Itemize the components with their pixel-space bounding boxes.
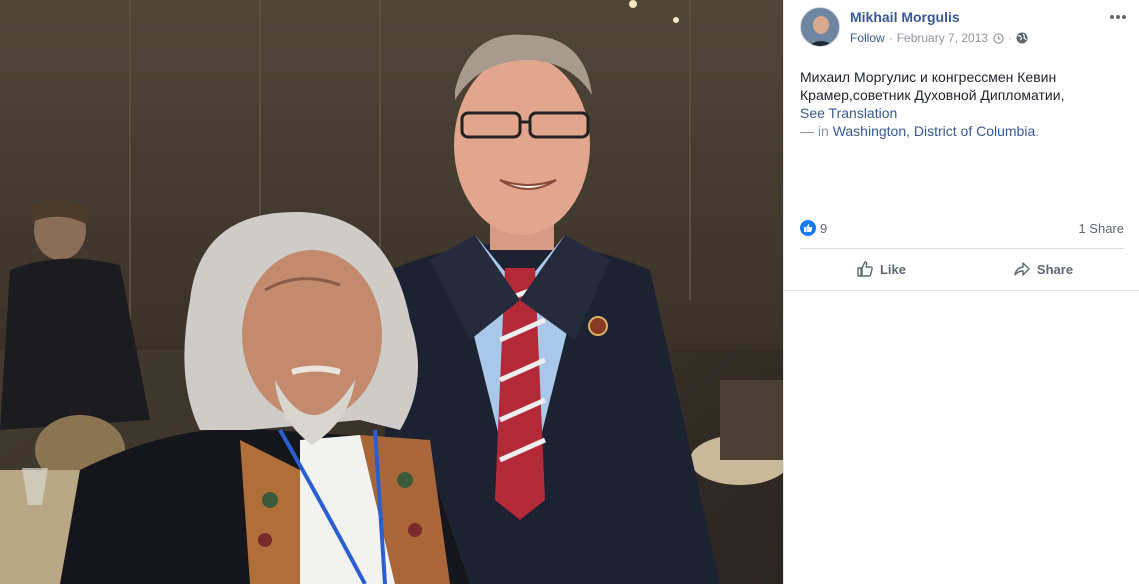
caption-line-1: Михаил Моргулис и конгрессмен Кевин [800, 69, 1057, 85]
reactions-row: 9 1 Share [800, 218, 1124, 238]
see-translation-link[interactable]: See Translation [800, 104, 1120, 122]
post-meta-line: Follow · February 7, 2013 · [850, 31, 1028, 45]
post-photo[interactable] [0, 0, 783, 584]
like-button-label: Like [879, 261, 906, 277]
globe-icon[interactable] [1016, 32, 1028, 44]
like-count: 9 [820, 220, 828, 236]
post-date-link[interactable]: February 7, 2013 [897, 31, 988, 45]
like-button[interactable]: Like [800, 252, 962, 286]
meta-separator: · [888, 31, 893, 45]
author-name-link[interactable]: Mikhail Morgulis [850, 9, 960, 25]
meta-separator-2: · [1008, 31, 1013, 45]
post-side-panel: Mikhail Morgulis Follow · February 7, 20… [783, 0, 1139, 584]
divider-bottom [784, 290, 1139, 291]
location-link[interactable]: Washington, District of Columbia [833, 123, 1036, 139]
like-reaction-icon [800, 220, 816, 236]
more-options-icon [1110, 15, 1126, 19]
post-caption: Михаил Моргулис и конгрессмен Кевин Крам… [800, 68, 1120, 140]
thumbs-up-icon [857, 261, 873, 277]
actions-row: Like Share [800, 252, 1124, 286]
share-button[interactable]: Share [962, 252, 1124, 286]
author-avatar[interactable] [800, 7, 840, 47]
share-button-label: Share [1036, 261, 1074, 277]
like-count-link[interactable]: 9 [800, 220, 827, 236]
photo-image [0, 0, 783, 584]
share-arrow-icon [1014, 262, 1030, 276]
location-prefix: — in [800, 123, 833, 139]
share-count-link[interactable]: 1 Share [1078, 221, 1124, 236]
location-suffix: . [1035, 123, 1040, 139]
divider [800, 248, 1124, 249]
caption-line-2: Крамер,советник Духовной Дипломатии, [800, 87, 1065, 103]
avatar-image [801, 8, 839, 46]
post-header: Mikhail Morgulis Follow · February 7, 20… [800, 7, 1130, 49]
follow-link[interactable]: Follow [850, 31, 885, 45]
clock-icon[interactable] [993, 32, 1004, 44]
more-options-button[interactable] [1106, 7, 1130, 27]
location-line: — in Washington, District of Columbia. [800, 122, 1120, 140]
